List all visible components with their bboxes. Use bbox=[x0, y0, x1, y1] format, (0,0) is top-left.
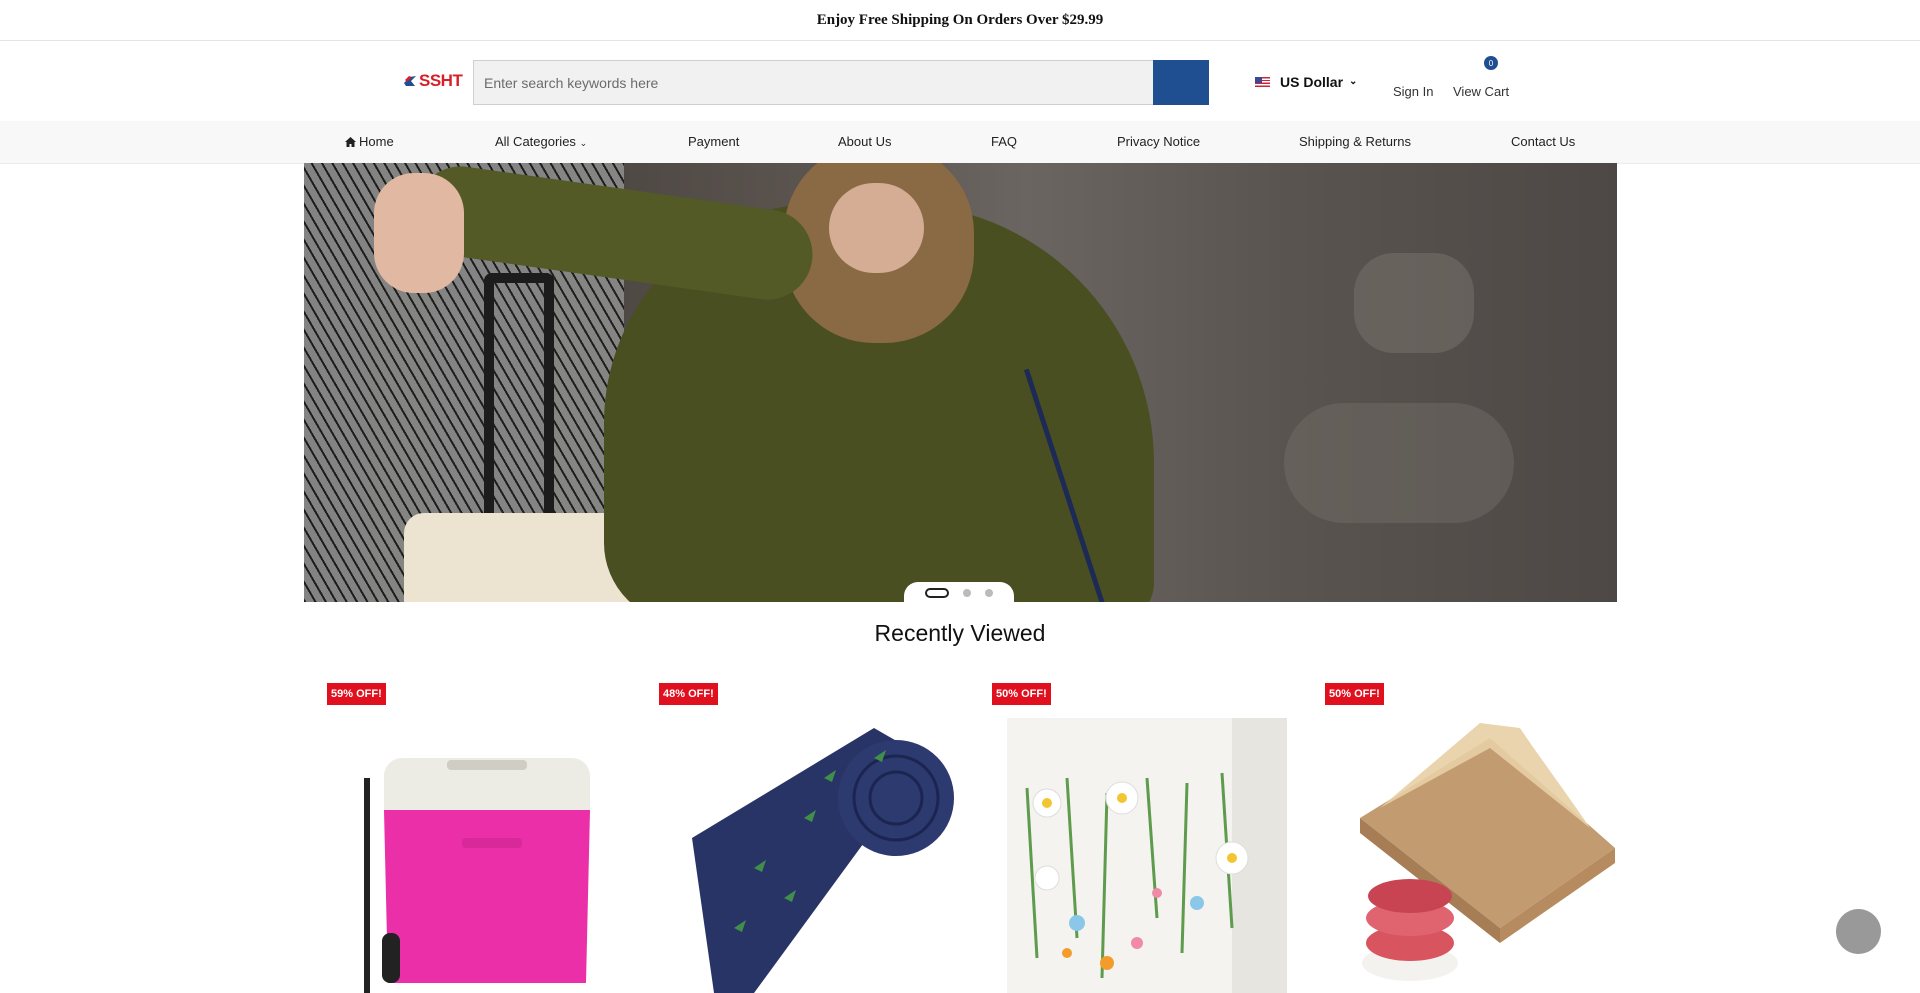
hero-wall-texture bbox=[1284, 403, 1514, 523]
slider-dot-2[interactable] bbox=[963, 589, 971, 597]
nav-item-contact-us[interactable]: Contact Us bbox=[1511, 121, 1575, 163]
discount-badge: 50% OFF! bbox=[992, 683, 1051, 705]
recently-viewed-title: Recently Viewed bbox=[874, 620, 1046, 646]
search-input[interactable] bbox=[473, 60, 1153, 105]
us-flag-icon bbox=[1255, 77, 1270, 87]
hero-model-face bbox=[829, 183, 924, 273]
nav-item-about-us[interactable]: About Us bbox=[838, 121, 891, 163]
product-image-navy-tie[interactable] bbox=[674, 718, 954, 993]
nav-item-privacy-notice[interactable]: Privacy Notice bbox=[1117, 121, 1200, 163]
announcement-text: Enjoy Free Shipping On Orders Over $29.9… bbox=[816, 11, 1104, 28]
site-logo[interactable]: SSHT bbox=[403, 71, 463, 91]
nav-label-all-categories: All Categories bbox=[495, 134, 576, 149]
scroll-to-top-button[interactable] bbox=[1836, 909, 1881, 954]
home-icon bbox=[345, 137, 356, 147]
nav-item-home[interactable]: Home bbox=[345, 121, 394, 163]
slider-pagination bbox=[904, 582, 1014, 604]
nav-item-shipping-returns[interactable]: Shipping & Returns bbox=[1299, 121, 1411, 163]
chevron-down-icon: ⌄ bbox=[1349, 75, 1358, 87]
search-button[interactable] bbox=[1153, 60, 1209, 105]
discount-badge: 50% OFF! bbox=[1325, 683, 1384, 705]
product-card[interactable]: 50% OFF! bbox=[1325, 683, 1620, 993]
product-image-flower-garland[interactable] bbox=[1007, 718, 1287, 993]
hero-wall-texture bbox=[1354, 253, 1474, 353]
cart-count-badge: 0 bbox=[1484, 56, 1498, 70]
nav-item-payment[interactable]: Payment bbox=[688, 121, 739, 163]
nav-item-all-categories[interactable]: All Categories ⌄ bbox=[495, 121, 587, 163]
discount-badge: 48% OFF! bbox=[659, 683, 718, 705]
discount-badge: 59% OFF! bbox=[327, 683, 386, 705]
currency-selector[interactable]: US Dollar ⌄ bbox=[1255, 74, 1357, 90]
product-card[interactable]: 59% OFF! bbox=[327, 683, 622, 993]
nav-label-home: Home bbox=[359, 134, 394, 149]
announcement-bar: Enjoy Free Shipping On Orders Over $29.9… bbox=[0, 0, 1920, 41]
product-image-patty-paper[interactable] bbox=[1340, 718, 1620, 993]
product-image-pink-cooler[interactable] bbox=[342, 718, 622, 993]
product-card[interactable]: 48% OFF! bbox=[659, 683, 954, 993]
slider-dot-3[interactable] bbox=[985, 589, 993, 597]
search-bar bbox=[473, 60, 1209, 105]
nav-item-faq[interactable]: FAQ bbox=[991, 121, 1017, 163]
logo-swoosh-icon bbox=[404, 76, 416, 86]
currency-label: US Dollar bbox=[1280, 74, 1344, 90]
main-nav: Home All Categories ⌄ Payment About Us F… bbox=[0, 121, 1920, 164]
sign-in-link[interactable]: Sign In bbox=[1393, 84, 1433, 99]
hero-model-hand bbox=[374, 173, 464, 293]
slider-dot-1[interactable] bbox=[925, 588, 949, 598]
chevron-down-icon: ⌄ bbox=[579, 138, 588, 148]
view-cart-link[interactable]: View Cart bbox=[1453, 84, 1509, 99]
hero-tote-bag bbox=[404, 513, 634, 602]
product-card[interactable]: 50% OFF! bbox=[992, 683, 1287, 993]
hero-banner[interactable] bbox=[304, 163, 1617, 602]
logo-text: SSHT bbox=[419, 71, 463, 90]
